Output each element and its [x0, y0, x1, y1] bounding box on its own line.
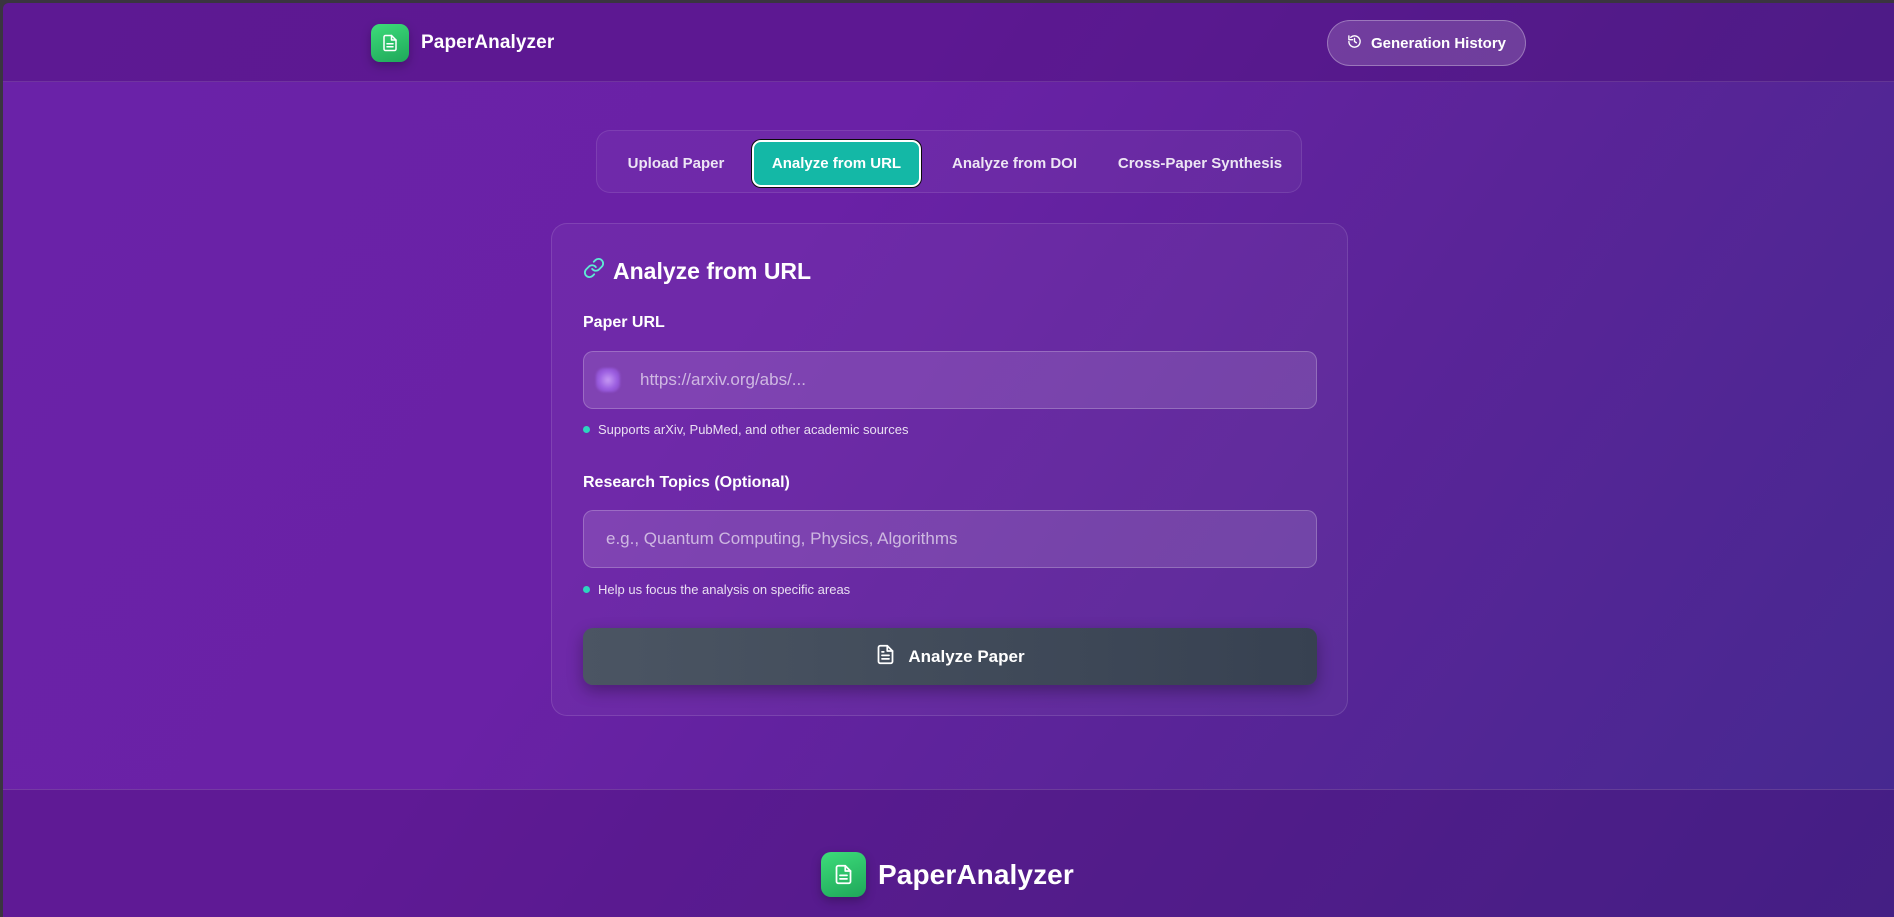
- analyze-paper-button[interactable]: Analyze Paper: [583, 628, 1317, 685]
- analyze-paper-label: Analyze Paper: [908, 646, 1025, 666]
- brand-name: PaperAnalyzer: [421, 32, 555, 53]
- paper-url-hint-text: Supports arXiv, PubMed, and other academ…: [598, 422, 909, 437]
- top-header: PaperAnalyzer Generation History: [3, 3, 1894, 82]
- research-topics-input[interactable]: e.g., Quantum Computing, Physics, Algori…: [583, 510, 1317, 568]
- source-tabs: Upload Paper Analyze from URL Analyze fr…: [596, 130, 1302, 193]
- research-topics-placeholder: e.g., Quantum Computing, Physics, Algori…: [606, 529, 958, 548]
- research-topics-label: Research Topics (Optional): [583, 474, 790, 491]
- footer-logo-document-icon: [821, 852, 866, 897]
- app-window: PaperAnalyzer Generation History Upload …: [3, 3, 1894, 917]
- paper-url-label: Paper URL: [583, 314, 665, 331]
- paper-url-input[interactable]: https://arxiv.org/abs/...: [583, 351, 1317, 409]
- brand[interactable]: PaperAnalyzer: [371, 24, 554, 62]
- tab-analyze-from-url[interactable]: Analyze from URL: [752, 140, 921, 187]
- card-title-text: Analyze from URL: [613, 257, 812, 284]
- footer-brand-name: PaperAnalyzer: [878, 858, 1074, 890]
- link-icon: [583, 257, 605, 285]
- research-topics-hint-text: Help us focus the analysis on specific a…: [598, 582, 851, 597]
- generation-history-button[interactable]: Generation History: [1327, 20, 1526, 66]
- card-title: Analyze from URL: [583, 257, 811, 285]
- generation-history-label: Generation History: [1370, 34, 1507, 52]
- hint-bullet-icon: [583, 426, 590, 433]
- logo-document-icon: [371, 24, 409, 62]
- paper-url-placeholder: https://arxiv.org/abs/...: [640, 370, 806, 389]
- tab-upload-paper[interactable]: Upload Paper: [610, 140, 742, 187]
- research-topics-hint: Help us focus the analysis on specific a…: [583, 582, 850, 597]
- history-icon: [1347, 34, 1362, 53]
- tab-cross-paper-synthesis[interactable]: Cross-Paper Synthesis: [1109, 140, 1291, 187]
- footer: PaperAnalyzer: [3, 789, 1894, 917]
- paper-url-hint: Supports arXiv, PubMed, and other academ…: [583, 422, 908, 437]
- hint-bullet-icon: [583, 586, 590, 593]
- document-icon: [875, 644, 896, 670]
- url-field-icon: [596, 368, 620, 392]
- tab-analyze-from-doi[interactable]: Analyze from DOI: [932, 140, 1097, 187]
- analyze-url-card: Analyze from URL Paper URL https://arxiv…: [551, 223, 1348, 716]
- footer-brand: PaperAnalyzer: [821, 852, 1074, 897]
